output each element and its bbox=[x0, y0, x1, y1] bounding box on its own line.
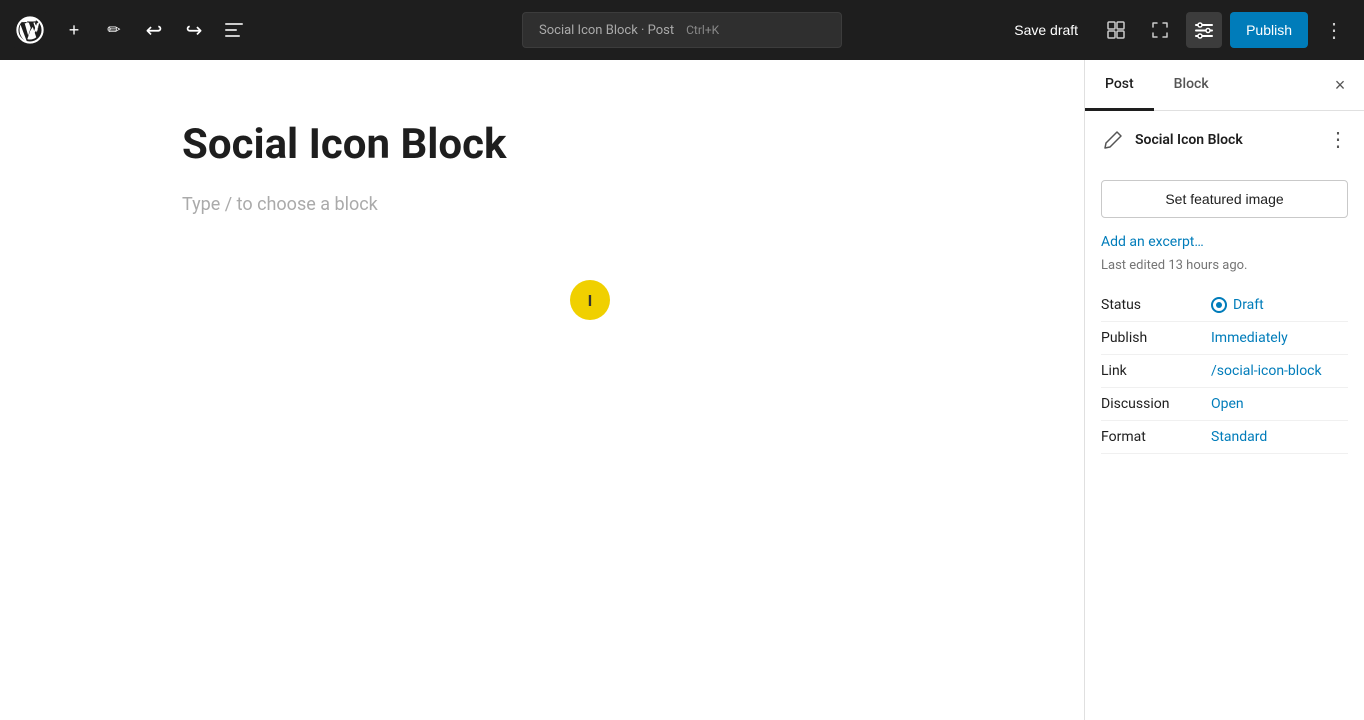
more-tools-button[interactable]: ⋮ bbox=[1316, 12, 1352, 48]
meta-row-status: Status Draft bbox=[1101, 289, 1348, 322]
block-icon bbox=[1101, 128, 1125, 152]
meta-label-status: Status bbox=[1101, 297, 1211, 313]
cursor-symbol: I bbox=[588, 291, 593, 310]
wp-logo[interactable] bbox=[12, 12, 48, 48]
publish-button[interactable]: Publish bbox=[1230, 12, 1308, 48]
set-featured-image-button[interactable]: Set featured image bbox=[1101, 180, 1348, 218]
meta-row-link: Link /social-icon-block bbox=[1101, 355, 1348, 388]
block-header: Social Icon Block ⋮ bbox=[1101, 127, 1348, 164]
editor-canvas[interactable]: Social Icon Block Type / to choose a blo… bbox=[0, 60, 1084, 720]
block-title-label: Social Icon Block bbox=[1135, 132, 1243, 148]
undo-button[interactable]: ↩ bbox=[136, 12, 172, 48]
sidebar-close-button[interactable]: × bbox=[1324, 69, 1356, 101]
toolbar-left: + ✏ ↩ ↪ bbox=[12, 12, 252, 48]
search-bar[interactable]: Social Icon Block · Post Ctrl+K bbox=[522, 12, 842, 48]
status-value-text: Draft bbox=[1233, 297, 1264, 313]
meta-table: Status Draft Publish Immediately Link bbox=[1101, 289, 1348, 454]
settings-button[interactable] bbox=[1186, 12, 1222, 48]
search-bar-text: Social Icon Block · Post bbox=[539, 23, 674, 38]
meta-value-publish[interactable]: Immediately bbox=[1211, 330, 1288, 346]
edit-tool-button[interactable]: ✏ bbox=[96, 12, 132, 48]
search-shortcut: Ctrl+K bbox=[686, 23, 719, 37]
main-area: Social Icon Block Type / to choose a blo… bbox=[0, 60, 1364, 720]
tab-post[interactable]: Post bbox=[1085, 60, 1154, 111]
post-placeholder[interactable]: Type / to choose a block bbox=[182, 194, 902, 215]
meta-value-discussion[interactable]: Open bbox=[1211, 396, 1244, 412]
toolbar: + ✏ ↩ ↪ Social Icon Block · Post Ctrl+K … bbox=[0, 0, 1364, 60]
cursor-indicator: I bbox=[570, 280, 610, 320]
post-title[interactable]: Social Icon Block bbox=[182, 120, 902, 170]
document-overview-button[interactable] bbox=[216, 12, 252, 48]
tab-block[interactable]: Block bbox=[1154, 60, 1229, 111]
redo-button[interactable]: ↪ bbox=[176, 12, 212, 48]
meta-label-publish: Publish bbox=[1101, 330, 1211, 346]
block-header-left: Social Icon Block bbox=[1101, 128, 1243, 152]
meta-value-link[interactable]: /social-icon-block bbox=[1211, 363, 1322, 379]
last-edited-text: Last edited 13 hours ago. bbox=[1101, 258, 1348, 273]
post-content: Social Icon Block Type / to choose a blo… bbox=[182, 120, 902, 215]
block-more-button[interactable]: ⋮ bbox=[1328, 127, 1348, 152]
sidebar-tabs: Post Block × bbox=[1085, 60, 1364, 111]
fullscreen-button[interactable] bbox=[1142, 12, 1178, 48]
meta-value-status[interactable]: Draft bbox=[1211, 297, 1264, 313]
discussion-value-text: Open bbox=[1211, 396, 1244, 412]
meta-value-format[interactable]: Standard bbox=[1211, 429, 1267, 445]
publish-value-text: Immediately bbox=[1211, 330, 1288, 346]
sidebar-content: Social Icon Block ⋮ Set featured image A… bbox=[1085, 111, 1364, 720]
meta-label-format: Format bbox=[1101, 429, 1211, 445]
meta-label-discussion: Discussion bbox=[1101, 396, 1211, 412]
link-value-text: /social-icon-block bbox=[1211, 363, 1322, 379]
status-circle-icon bbox=[1211, 297, 1227, 313]
add-excerpt-link[interactable]: Add an excerpt… bbox=[1101, 234, 1348, 250]
add-block-button[interactable]: + bbox=[56, 12, 92, 48]
view-options-button[interactable] bbox=[1098, 12, 1134, 48]
meta-row-publish: Publish Immediately bbox=[1101, 322, 1348, 355]
toolbar-right: Save draft Publish ⋮ bbox=[1002, 12, 1352, 48]
meta-label-link: Link bbox=[1101, 363, 1211, 379]
format-value-text: Standard bbox=[1211, 429, 1267, 445]
save-draft-button[interactable]: Save draft bbox=[1002, 14, 1090, 46]
meta-row-format: Format Standard bbox=[1101, 421, 1348, 454]
meta-row-discussion: Discussion Open bbox=[1101, 388, 1348, 421]
sidebar: Post Block × Social Icon Block ⋮ Set f bbox=[1084, 60, 1364, 720]
